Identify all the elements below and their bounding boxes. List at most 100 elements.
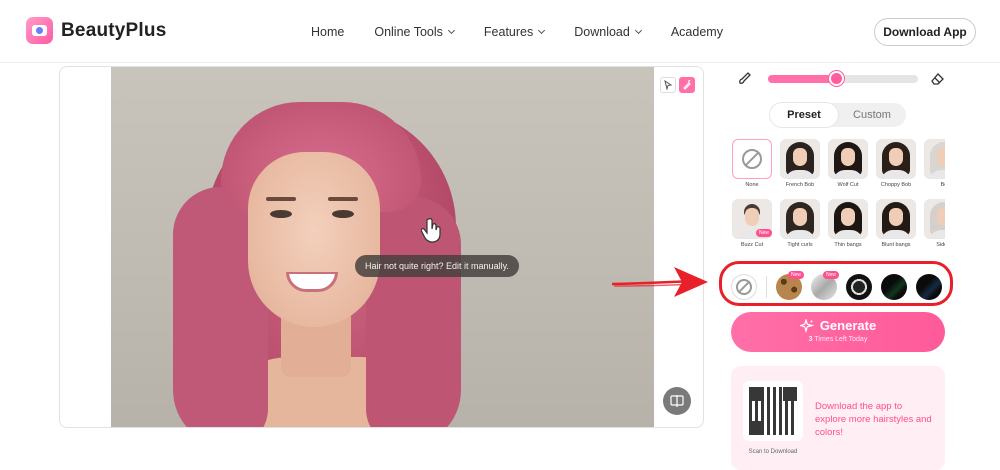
hairstyle-thumb — [828, 199, 868, 239]
edit-hint-tooltip: Hair not quite right? Edit it manually. — [355, 255, 519, 277]
face-shape — [841, 208, 855, 226]
page: BeautyPlus Home Online Tools Features Do… — [0, 0, 1000, 470]
red-arrow-annotation — [612, 267, 708, 297]
hairstyle-option[interactable]: Thin bangs — [826, 199, 870, 248]
logo[interactable]: BeautyPlus — [26, 17, 166, 44]
face-shape — [793, 208, 807, 226]
top-navbar: BeautyPlus Home Online Tools Features Do… — [0, 0, 1000, 62]
nav-download-label: Download — [574, 25, 630, 39]
hairstyle-label: French Bob — [785, 182, 815, 188]
hairstyle-thumb — [924, 199, 945, 239]
remaining-count: 3 — [808, 336, 813, 343]
nav-home[interactable]: Home — [311, 25, 344, 39]
hairstyle-label: Choppy Bob — [880, 182, 912, 188]
hair-right-shape — [366, 197, 461, 427]
face-shape — [248, 152, 380, 327]
hairstyle-option[interactable]: Blunt bangs — [874, 199, 918, 248]
face-shape — [937, 148, 945, 166]
pointer-tool-button[interactable] — [660, 77, 676, 93]
hairstyle-label: Bo — [940, 182, 945, 188]
hairstyle-option[interactable]: None — [730, 139, 774, 188]
hairstyle-label: Tight curls — [787, 242, 813, 248]
nav-online-tools[interactable]: Online Tools — [374, 25, 455, 39]
tab-preset[interactable]: Preset — [770, 103, 838, 127]
nav-features-label: Features — [483, 25, 534, 39]
download-app-button[interactable]: Download App — [874, 18, 976, 46]
preset-custom-tabs: Preset Custom — [770, 103, 906, 127]
eye-left — [270, 210, 292, 218]
no-style-thumb — [732, 139, 772, 179]
hairstyle-option[interactable]: French Bob — [778, 139, 822, 188]
hairstyle-label: Side b — [936, 242, 945, 248]
slider-knob[interactable] — [828, 71, 844, 86]
face-shape — [841, 148, 855, 166]
nav-download[interactable]: Download — [574, 25, 642, 39]
beautyplus-logo-icon — [26, 17, 53, 44]
chevron-down-icon — [447, 26, 455, 35]
eyebrow-left — [266, 197, 296, 201]
slider-fill — [768, 75, 836, 83]
hairstyle-option[interactable]: Side b — [922, 199, 945, 248]
nav-academy-label: Academy — [670, 25, 723, 39]
editor-canvas: Hair not quite right? Edit it manually. — [59, 66, 704, 428]
brush-tool-button[interactable] — [679, 77, 695, 93]
logo-text: BeautyPlus — [61, 19, 167, 41]
generate-remaining: 3 Times Left Today — [731, 336, 945, 343]
hairstyle-thumb — [780, 139, 820, 179]
hairstyle-thumb — [876, 199, 916, 239]
eyebrow-right — [328, 197, 358, 201]
qr-label: Scan to Download — [748, 449, 798, 455]
generate-title: Generate — [731, 318, 945, 333]
nav-home-label: Home — [311, 25, 345, 39]
hairstyle-option[interactable]: Wolf Cut — [826, 139, 870, 188]
nav-features[interactable]: Features — [483, 25, 546, 39]
face-shape — [889, 208, 903, 226]
main-nav: Home Online Tools Features Download Acad… — [311, 25, 723, 39]
portrait-photo[interactable]: Hair not quite right? Edit it manually. — [111, 67, 654, 427]
hairstyle-label: None — [745, 182, 759, 188]
eraser-brush-icon — [683, 80, 691, 90]
chevron-down-icon — [538, 26, 546, 35]
tab-custom[interactable]: Custom — [838, 103, 906, 127]
chevron-down-icon — [634, 26, 642, 35]
new-badge: New — [755, 229, 772, 237]
hairstyle-option[interactable]: Choppy Bob — [874, 139, 918, 188]
brush-size-slider[interactable] — [768, 71, 918, 86]
eye-right — [332, 210, 354, 218]
compare-button[interactable] — [663, 387, 691, 415]
no-style-icon — [742, 149, 762, 169]
hairstyle-option[interactable]: Tight curls — [778, 199, 822, 248]
remaining-label: Times Left Today — [814, 336, 868, 343]
pointer-icon — [664, 80, 673, 90]
face-shape — [745, 208, 759, 226]
brush-icon — [739, 72, 751, 84]
app-download-promo: Scan to Download Download the app to exp… — [731, 366, 945, 470]
hairstyle-thumb — [924, 139, 945, 179]
brush-size-row — [735, 67, 950, 87]
compare-icon — [670, 395, 684, 407]
promo-text[interactable]: Download the app to explore more hairsty… — [815, 400, 935, 439]
eraser-icon[interactable] — [930, 71, 945, 86]
hairstyle-thumb — [780, 199, 820, 239]
hairstyle-label: Blunt bangs — [881, 242, 911, 248]
hairstyle-thumb: New — [732, 199, 772, 239]
hairstyle-grid: None French Bob Wolf Cut Choppy Bob Bo New Buz… — [730, 139, 945, 259]
nav-online-tools-label: Online Tools — [374, 25, 443, 39]
canvas-tools — [660, 77, 695, 93]
hairstyle-option[interactable]: New Buzz Cut — [730, 199, 774, 248]
face-shape — [793, 148, 807, 166]
generate-label: Generate — [819, 318, 877, 333]
qr-code — [743, 381, 803, 441]
hand-cursor-icon — [421, 218, 441, 243]
sparkle-icon — [799, 318, 814, 333]
qr-pattern — [749, 387, 797, 435]
generate-button[interactable]: Generate 3 Times Left Today — [731, 312, 945, 352]
nav-academy[interactable]: Academy — [671, 25, 723, 39]
hairstyle-label: Wolf Cut — [837, 182, 859, 188]
face-shape — [889, 148, 903, 166]
hairstyle-label: Buzz Cut — [740, 242, 764, 248]
hairstyle-label: Thin bangs — [834, 242, 862, 248]
hairstyle-option[interactable]: Bo — [922, 139, 945, 188]
hairstyle-thumb — [876, 139, 916, 179]
hairstyle-thumb — [828, 139, 868, 179]
